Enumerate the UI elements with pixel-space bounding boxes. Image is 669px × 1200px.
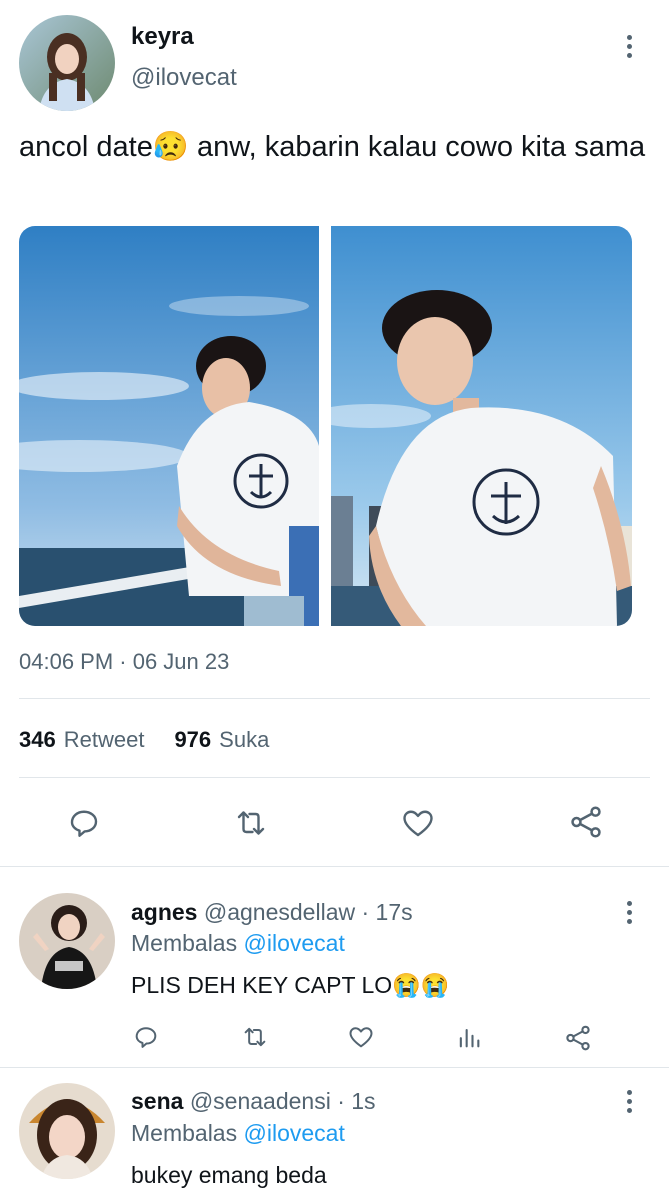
like-icon[interactable] [400, 805, 436, 841]
reply-avatar[interactable] [19, 893, 115, 989]
replying-to-handle[interactable]: @ilovecat [244, 930, 345, 956]
replying-to-handle[interactable]: @ilovecat [244, 1120, 345, 1146]
reply-avatar[interactable] [19, 1083, 115, 1179]
tweet-photo-1[interactable] [19, 226, 319, 626]
reply-text: bukey emang beda [131, 1162, 327, 1188]
author-handle[interactable]: @ilovecat [131, 63, 237, 93]
share-icon[interactable] [567, 803, 605, 841]
reply-time[interactable]: · 17s [361, 899, 412, 925]
replying-to: Membalas @ilovecat [131, 1119, 345, 1147]
reply-display-name[interactable]: sena [131, 1088, 183, 1114]
divider [19, 777, 650, 778]
reply-handle[interactable]: @senaadensi [190, 1088, 331, 1114]
replying-to-prefix: Membalas [131, 1120, 238, 1146]
author-avatar[interactable] [19, 15, 115, 111]
divider [19, 698, 650, 699]
reply-header: agnes @agnesdellaw · 17s [131, 898, 413, 926]
like-count[interactable]: 976 [174, 727, 211, 753]
like-label[interactable]: Suka [219, 727, 269, 753]
replying-to-prefix: Membalas [131, 930, 238, 956]
reply-text: PLIS DEH KEY CAPT LO😭😭 [131, 972, 450, 998]
retweet-count[interactable]: 346 [19, 727, 56, 753]
tweet-text: ancol date😥 anw, kabarin kalau cowo kita… [19, 131, 646, 163]
like-icon[interactable] [347, 1023, 375, 1051]
section-divider [0, 1067, 669, 1068]
analytics-icon[interactable] [455, 1023, 483, 1051]
share-icon[interactable] [563, 1023, 593, 1053]
tweet-photo-2[interactable] [331, 226, 632, 626]
author-display-name[interactable]: keyra [131, 22, 194, 52]
reply-header: sena @senaadensi · 1s [131, 1087, 376, 1115]
replying-to: Membalas @ilovecat [131, 929, 345, 957]
reply-time[interactable]: · 1s [337, 1088, 375, 1114]
more-options-icon[interactable] [617, 897, 641, 927]
reply-icon[interactable] [132, 1023, 160, 1051]
retweet-label[interactable]: Retweet [64, 727, 145, 753]
section-divider [0, 866, 669, 867]
reply-handle[interactable]: @agnesdellaw [204, 899, 355, 925]
reply-display-name[interactable]: agnes [131, 899, 197, 925]
retweet-icon[interactable] [232, 805, 270, 841]
more-options-icon[interactable] [617, 1086, 641, 1116]
tweet-timestamp[interactable]: 04:06 PM · 06 Jun 23 [19, 649, 229, 675]
retweet-icon[interactable] [240, 1023, 270, 1051]
tweet-stats: 346 Retweet 976 Suka [19, 727, 269, 753]
reply-icon[interactable] [66, 805, 102, 841]
more-options-icon[interactable] [617, 31, 641, 61]
